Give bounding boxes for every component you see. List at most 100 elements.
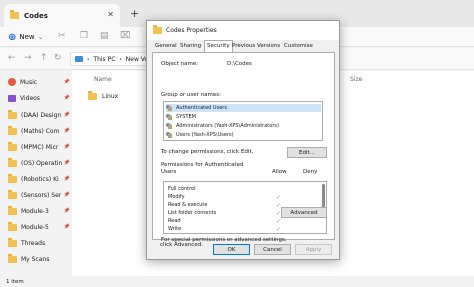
check-icon: ✓ bbox=[276, 193, 282, 201]
sidebar-item-robotics[interactable]: (Robotics) Ki 📌 bbox=[8, 173, 70, 185]
pin-icon: 📌 bbox=[63, 128, 70, 134]
tab-previous-versions[interactable]: Previous Versions bbox=[232, 43, 280, 49]
sidebar-item-label: Module-5 bbox=[21, 223, 49, 231]
folder-icon bbox=[8, 205, 17, 215]
navigation-pane: Music 📌 Videos 📌 (DAA) Design 📌 (Maths) … bbox=[0, 71, 72, 287]
advanced-button-label: Advanced bbox=[290, 209, 318, 216]
column-header-size[interactable]: Size bbox=[350, 76, 362, 83]
user-row-users[interactable]: Users (Yash-XPS\Users) bbox=[166, 131, 321, 139]
advanced-button[interactable]: Advanced bbox=[281, 207, 327, 218]
breadcrumb-separator: › bbox=[87, 55, 90, 63]
new-label: New bbox=[19, 33, 35, 41]
user-group-icon bbox=[166, 114, 173, 120]
permission-row-modify: Modify ✓ bbox=[168, 193, 318, 201]
music-icon bbox=[8, 78, 16, 86]
permission-row-write: Write ✓ bbox=[168, 225, 318, 233]
user-row-system[interactable]: SYSTEM bbox=[166, 113, 321, 121]
sidebar-item-label: (MPMC) Micr bbox=[21, 143, 59, 151]
dialog-title: Codes Properties bbox=[166, 27, 217, 34]
new-button[interactable]: ⊕ New ⌄ bbox=[8, 30, 44, 44]
ok-button[interactable]: OK bbox=[213, 244, 250, 255]
user-row-administrators[interactable]: Administrators (Yash-XPS\Administrators) bbox=[166, 122, 321, 130]
sidebar-item-module-3[interactable]: Module-3 📌 bbox=[8, 205, 70, 217]
refresh-icon[interactable]: ↻ bbox=[54, 53, 62, 63]
sidebar-item-threads[interactable]: Threads bbox=[8, 237, 70, 249]
allow-column-header: Allow bbox=[272, 169, 287, 175]
sidebar-item-music[interactable]: Music 📌 bbox=[8, 76, 70, 88]
permission-name: Modify bbox=[168, 194, 185, 200]
new-tab-plus-icon[interactable]: + bbox=[130, 7, 139, 20]
tab-general[interactable]: General bbox=[155, 43, 177, 49]
object-name-label: Object name: bbox=[161, 61, 199, 67]
file-name: Linux bbox=[102, 93, 119, 100]
list-item[interactable]: Linux bbox=[88, 91, 119, 100]
tab-sharing[interactable]: Sharing bbox=[180, 43, 201, 49]
tab-customise[interactable]: Customise bbox=[284, 43, 313, 49]
tab-codes[interactable]: Codes ✕ bbox=[4, 4, 120, 27]
permission-name: List folder contents bbox=[168, 210, 217, 216]
cancel-button-label: Cancel bbox=[263, 246, 282, 253]
sidebar-item-module-5[interactable]: Module-5 📌 bbox=[8, 221, 70, 233]
pin-icon: 📌 bbox=[63, 79, 70, 85]
sidebar-item-label: Music bbox=[20, 78, 38, 86]
folder-icon bbox=[153, 25, 162, 34]
pin-icon: 📌 bbox=[63, 144, 70, 150]
folder-icon bbox=[8, 141, 17, 151]
column-header-name[interactable]: Name bbox=[94, 76, 112, 83]
user-name: Administrators (Yash-XPS\Administrators) bbox=[176, 123, 279, 129]
pin-icon: 📌 bbox=[63, 192, 70, 198]
back-arrow-icon[interactable]: ← bbox=[8, 53, 16, 63]
edit-button[interactable]: Edit... bbox=[287, 147, 327, 158]
dialog-title-bar[interactable]: Codes Properties bbox=[147, 21, 339, 40]
user-name: SYSTEM bbox=[176, 114, 196, 120]
sidebar-item-my-scans[interactable]: My Scans bbox=[8, 253, 70, 265]
sidebar-item-label: Module-3 bbox=[21, 207, 49, 215]
user-group-icon bbox=[166, 132, 173, 138]
user-row-authenticated-users[interactable]: Authenticated Users bbox=[166, 104, 321, 112]
permission-row-read: Read ✓ bbox=[168, 217, 318, 225]
folder-icon bbox=[8, 237, 17, 247]
paste-icon[interactable]: ▤ bbox=[100, 31, 109, 41]
sidebar-item-label: (Sensors) Ser bbox=[21, 191, 62, 199]
sidebar-item-videos[interactable]: Videos 📌 bbox=[8, 92, 70, 104]
folder-icon bbox=[8, 221, 17, 231]
permissions-label-user: Users bbox=[161, 169, 177, 175]
copy-icon[interactable]: ❐ bbox=[80, 31, 88, 41]
breadcrumb-this-pc[interactable]: This PC bbox=[93, 56, 115, 63]
permission-name: Read & execute bbox=[168, 202, 208, 208]
sidebar-item-label: Threads bbox=[21, 239, 46, 247]
status-text: 1 item bbox=[6, 278, 24, 285]
up-arrow-icon[interactable]: ↑ bbox=[40, 53, 48, 63]
sidebar-item-mpmc[interactable]: (MPMC) Micr 📌 bbox=[8, 141, 70, 153]
pin-icon: 📌 bbox=[63, 208, 70, 214]
video-icon bbox=[8, 94, 16, 102]
object-name-value: D:\Codes bbox=[227, 61, 252, 67]
folder-icon bbox=[8, 109, 17, 119]
cancel-button[interactable]: Cancel bbox=[254, 244, 291, 255]
sidebar-item-label: Videos bbox=[20, 94, 40, 102]
rename-icon[interactable]: ⌧ bbox=[120, 31, 130, 41]
permission-name: Full control bbox=[168, 186, 196, 192]
group-user-list: Authenticated Users SYSTEM Administrator… bbox=[163, 101, 323, 141]
sidebar-item-label: (Robotics) Ki bbox=[21, 175, 59, 183]
sidebar-item-daa[interactable]: (DAA) Design 📌 bbox=[8, 109, 70, 121]
permission-name: Read bbox=[168, 218, 181, 224]
sidebar-item-label: (DAA) Design bbox=[21, 111, 62, 119]
pin-icon: 📌 bbox=[63, 112, 70, 118]
sidebar-item-maths[interactable]: (Maths) Com 📌 bbox=[8, 125, 70, 137]
forward-arrow-icon[interactable]: → bbox=[24, 53, 32, 63]
groups-label: Group or user names: bbox=[161, 92, 221, 98]
permission-row-full-control: Full control bbox=[168, 185, 318, 193]
folder-icon bbox=[8, 173, 17, 183]
user-name: Users (Yash-XPS\Users) bbox=[176, 132, 234, 138]
apply-button[interactable]: Apply bbox=[295, 244, 332, 255]
cut-icon[interactable]: ✂ bbox=[58, 31, 66, 41]
sidebar-item-sensors[interactable]: (Sensors) Ser 📌 bbox=[8, 189, 70, 201]
close-tab-icon[interactable]: ✕ bbox=[107, 10, 114, 19]
permissions-label: Permissions for Authenticated bbox=[161, 162, 244, 168]
sidebar-item-label: (OS) Operatin bbox=[21, 159, 63, 167]
change-permissions-text: To change permissions, click Edit. bbox=[161, 149, 254, 155]
sidebar-item-os[interactable]: (OS) Operatin 📌 bbox=[8, 157, 70, 169]
user-group-icon bbox=[166, 123, 173, 129]
edit-button-label: Edit... bbox=[299, 149, 315, 156]
